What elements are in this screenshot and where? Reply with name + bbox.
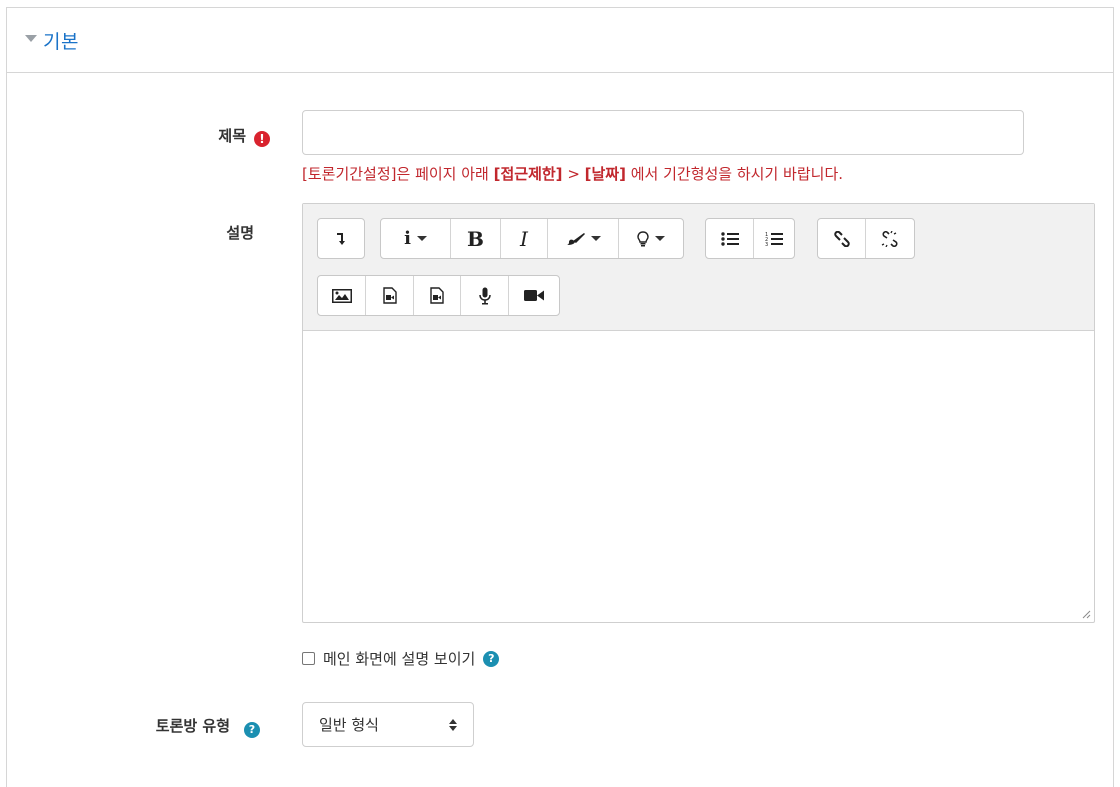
lightbulb-dropdown-icon[interactable]	[619, 219, 683, 258]
title-label: 제목	[218, 127, 246, 145]
collapse-icon[interactable]	[318, 219, 364, 258]
description-editor: i B I 123	[302, 203, 1095, 623]
info-glyph: i	[404, 228, 411, 249]
link-icon[interactable]	[818, 219, 866, 258]
required-icon: !	[254, 131, 270, 147]
section-header[interactable]: 기본	[7, 8, 1113, 73]
forum-type-value: 일반 형식	[319, 716, 379, 734]
notice-access-restriction: [접근제한]	[493, 165, 563, 183]
info-dropdown-icon[interactable]: i	[381, 219, 451, 258]
show-on-main-row: 메인 화면에 설명 보이기 ?	[302, 648, 500, 669]
caret-down-icon[interactable]	[25, 35, 37, 42]
bold-icon[interactable]: B	[451, 219, 501, 258]
title-input[interactable]	[302, 110, 1024, 155]
toolbar-group-list: 123	[705, 218, 795, 259]
italic-glyph: I	[520, 226, 528, 251]
notice-text-3: 에서 기간형성을 하시기 바랍니다.	[625, 165, 844, 183]
video-camera-icon[interactable]	[509, 276, 559, 315]
unordered-list-icon[interactable]	[706, 219, 754, 258]
show-on-main-label: 메인 화면에 설명 보이기	[323, 650, 476, 668]
select-arrows-icon	[449, 718, 457, 731]
toolbar-group-media	[317, 275, 560, 316]
ordered-list-icon[interactable]: 123	[754, 219, 794, 258]
image-icon[interactable]	[318, 276, 366, 315]
title-label-row: 제목!	[160, 125, 270, 147]
notice-date: [날짜]	[584, 165, 626, 183]
notice-text-2: >	[562, 165, 585, 183]
editor-toolbar: i B I 123	[303, 204, 1094, 331]
show-on-main-checkbox[interactable]	[302, 652, 315, 665]
media-file-icon[interactable]	[366, 276, 414, 315]
period-notice: [토론기간설정]은 페이지 아래 [접근제한] > [날짜] 에서 기간형성을 …	[302, 163, 843, 184]
forum-type-label: 토론방 유형	[155, 717, 230, 735]
microphone-icon[interactable]	[461, 276, 509, 315]
section-title[interactable]: 기본	[43, 27, 79, 54]
forum-type-help-icon[interactable]: ?	[244, 722, 260, 738]
notice-text-1: [토론기간설정]은 페이지 아래	[302, 165, 494, 183]
toolbar-group-style: i B I	[380, 218, 684, 259]
italic-icon[interactable]: I	[501, 219, 548, 258]
toolbar-group-links	[817, 218, 915, 259]
bold-glyph: B	[467, 226, 484, 251]
toolbar-group-toggle	[317, 218, 365, 259]
help-icon[interactable]: ?	[483, 650, 500, 667]
forum-type-label-row: 토론방 유형?	[100, 715, 260, 738]
resize-grip-icon[interactable]	[1081, 609, 1091, 619]
unlink-icon[interactable]	[866, 219, 914, 258]
svg-text:3: 3	[765, 242, 768, 247]
media-file-alt-icon[interactable]	[414, 276, 461, 315]
brush-dropdown-icon[interactable]	[548, 219, 619, 258]
forum-type-select[interactable]: 일반 형식	[302, 702, 474, 747]
description-label: 설명	[226, 224, 254, 242]
editor-content-area[interactable]	[303, 332, 1094, 622]
